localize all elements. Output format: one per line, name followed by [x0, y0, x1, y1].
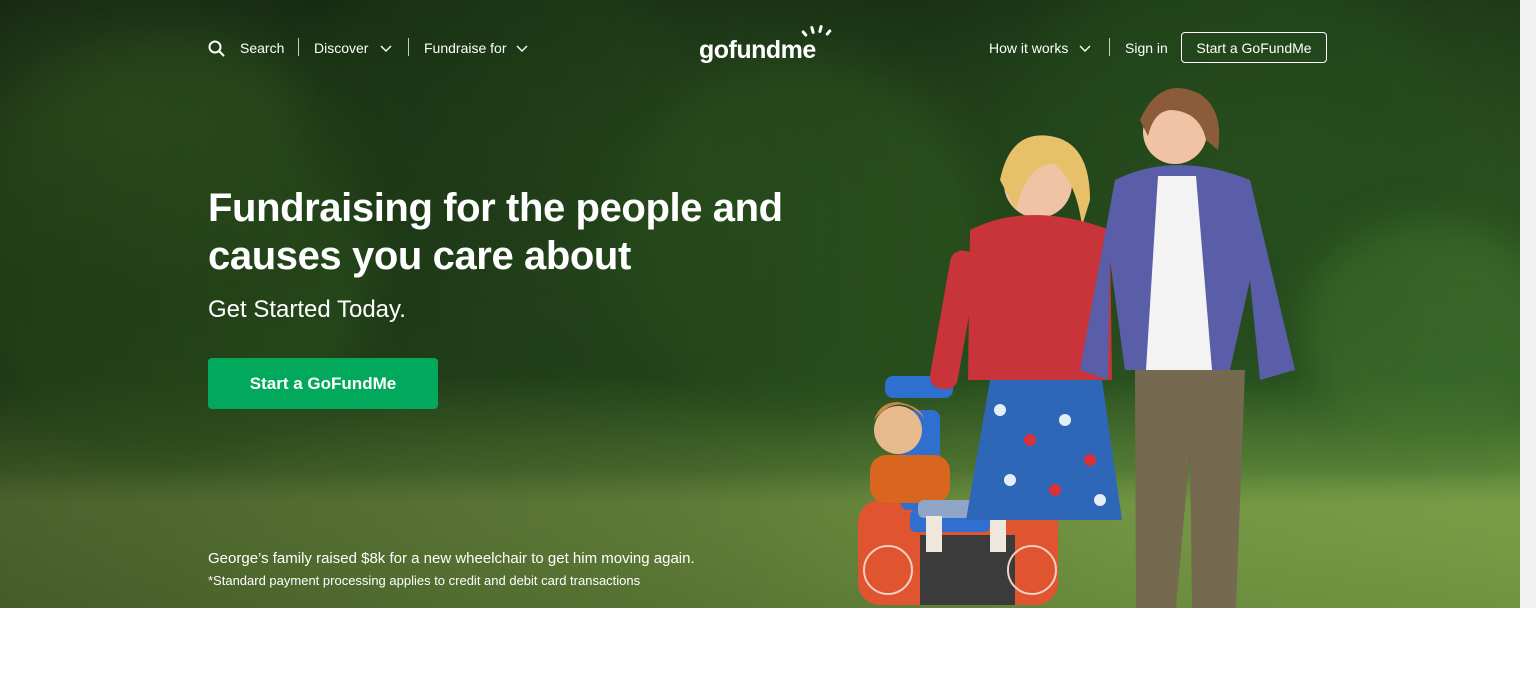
- chevron-down-icon: [380, 45, 392, 52]
- chevron-down-icon: [516, 45, 528, 52]
- fundraise-for-label: Fundraise for: [424, 40, 507, 56]
- gofundme-logo[interactable]: gofundme: [699, 22, 837, 66]
- sign-in-label: Sign in: [1125, 40, 1168, 56]
- chevron-down-icon: [1079, 45, 1091, 52]
- nav-divider: [1109, 38, 1110, 56]
- search-icon: [208, 40, 225, 56]
- nav-divider: [408, 38, 409, 56]
- fundraise-for-menu[interactable]: Fundraise for: [424, 37, 528, 59]
- discover-label: Discover: [314, 40, 369, 56]
- search-label: Search: [240, 40, 285, 56]
- payment-disclaimer: *Standard payment processing applies to …: [208, 573, 641, 588]
- hero-headline-line-2: causes you care about: [208, 234, 631, 278]
- sign-in-link[interactable]: Sign in: [1125, 37, 1168, 59]
- logo-wordmark: gofundme: [699, 36, 816, 64]
- scrollbar-track[interactable]: [1520, 0, 1536, 608]
- hero-photo-caption: George’s family raised $8k for a new whe…: [208, 550, 695, 567]
- nav-divider: [298, 38, 299, 56]
- hero-headline-line-1: Fundraising for the people and: [208, 186, 783, 230]
- search-link[interactable]: Search: [208, 37, 284, 59]
- how-it-works-menu[interactable]: How it works: [989, 37, 1091, 59]
- how-it-works-label: How it works: [989, 40, 1069, 56]
- top-navigation: Search Discover Fundraise for gofundme H…: [0, 0, 1520, 96]
- start-gofundme-nav-button[interactable]: Start a GoFundMe: [1181, 32, 1327, 63]
- hero-subheadline: Get Started Today.: [208, 296, 406, 323]
- family-photo: [858, 87, 1295, 608]
- start-gofundme-cta-label: Start a GoFundMe: [249, 373, 397, 393]
- discover-menu[interactable]: Discover: [314, 37, 392, 59]
- start-gofundme-nav-label: Start a GoFundMe: [1196, 39, 1312, 56]
- start-gofundme-cta-button[interactable]: Start a GoFundMe: [208, 358, 438, 409]
- hero-headline: Fundraising for the people and causes yo…: [208, 184, 808, 280]
